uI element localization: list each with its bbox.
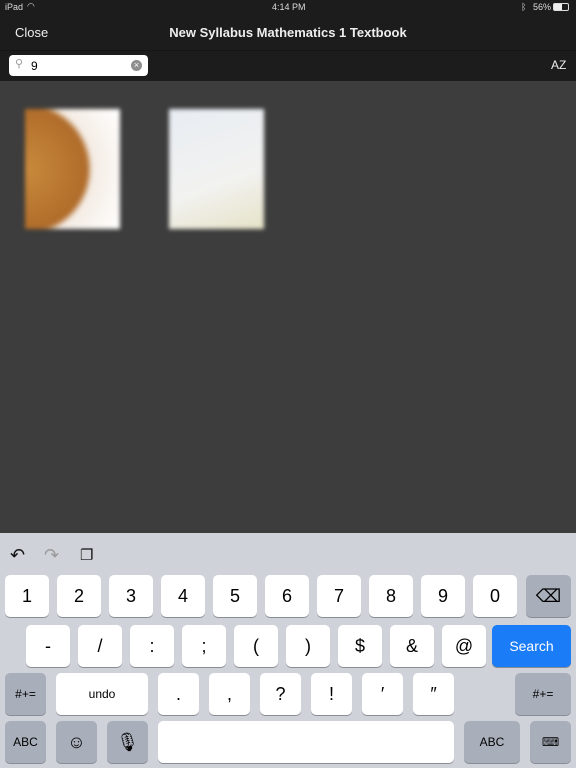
search-icon: ⚲ (15, 58, 24, 70)
emoji-icon[interactable]: ☺ (56, 721, 97, 763)
paste-icon[interactable]: ❐ (80, 546, 93, 564)
redo-icon[interactable]: ↷ (44, 545, 59, 566)
key-symbol[interactable]: ) (286, 625, 330, 667)
wifi-icon: ◠ (27, 1, 35, 11)
nav-bar: Close New Syllabus Mathematics 1 Textboo… (0, 14, 576, 50)
search-key[interactable]: Search (492, 625, 571, 667)
result-thumbnail-1[interactable] (25, 109, 120, 229)
key-punctuation[interactable]: ′ (362, 673, 403, 715)
key-0[interactable]: 0 (473, 575, 517, 617)
result-thumbnail-2[interactable] (169, 109, 264, 229)
sort-az-button[interactable]: AZ (551, 58, 566, 72)
key-punctuation[interactable]: . (158, 673, 199, 715)
key-4[interactable]: 4 (161, 575, 205, 617)
undo-icon[interactable]: ↶ (10, 545, 25, 566)
key-punctuation[interactable]: , (209, 673, 250, 715)
key-7[interactable]: 7 (317, 575, 361, 617)
abc-key-right[interactable]: ABC (464, 721, 520, 763)
key-punctuation[interactable]: ! (311, 673, 352, 715)
search-input[interactable]: ⚲ 9 × (9, 55, 148, 76)
key-symbol[interactable]: & (390, 625, 434, 667)
keyboard: ↶ ↷ ❐ 1 2 3 4 5 6 7 8 9 0 ⌫ - /:;() $ & @ Search #+= undo.… (0, 533, 576, 768)
hide-keyboard-icon[interactable]: ⌨ (530, 721, 571, 763)
key-8[interactable]: 8 (369, 575, 413, 617)
key-symbol[interactable]: $ (338, 625, 382, 667)
bluetooth-icon: ᛒ (521, 2, 527, 12)
clear-search-icon[interactable]: × (131, 60, 142, 71)
page-title: New Syllabus Mathematics 1 Textbook (169, 25, 407, 40)
microphone-icon[interactable]: 🎙 (107, 721, 148, 763)
key-symbol[interactable]: / (78, 625, 122, 667)
key-1[interactable]: 1 (5, 575, 49, 617)
delete-key[interactable]: ⌫ (526, 575, 571, 617)
key-9[interactable]: 9 (421, 575, 465, 617)
key-symbol[interactable]: : (130, 625, 174, 667)
space-key[interactable] (158, 721, 454, 763)
status-bar: iPad ◠ 4:14 PM ᛒ 56% (0, 0, 576, 14)
key-punctuation[interactable]: ? (260, 673, 301, 715)
undo-key[interactable]: undo (56, 673, 148, 715)
battery-percent: 56% (533, 2, 552, 12)
key-punctuation[interactable]: ″ (413, 673, 454, 715)
key-6[interactable]: 6 (265, 575, 309, 617)
key-3[interactable]: 3 (109, 575, 153, 617)
abc-key[interactable]: ABC (5, 721, 46, 763)
more-symbols-key-right[interactable]: #+= (515, 673, 571, 715)
key-5[interactable]: 5 (213, 575, 257, 617)
search-value: 9 (31, 59, 38, 73)
key-2[interactable]: 2 (57, 575, 101, 617)
key-symbol[interactable]: - (26, 625, 70, 667)
more-symbols-key[interactable]: #+= (5, 673, 46, 715)
key-symbol[interactable]: @ (442, 625, 486, 667)
device-label: iPad (5, 2, 24, 12)
results-area (0, 81, 576, 533)
key-symbol[interactable]: ; (182, 625, 226, 667)
search-bar: ⚲ 9 × AZ (0, 50, 576, 81)
battery-icon (553, 3, 569, 11)
time: 4:14 PM (272, 2, 306, 12)
key-symbol[interactable]: ( (234, 625, 278, 667)
